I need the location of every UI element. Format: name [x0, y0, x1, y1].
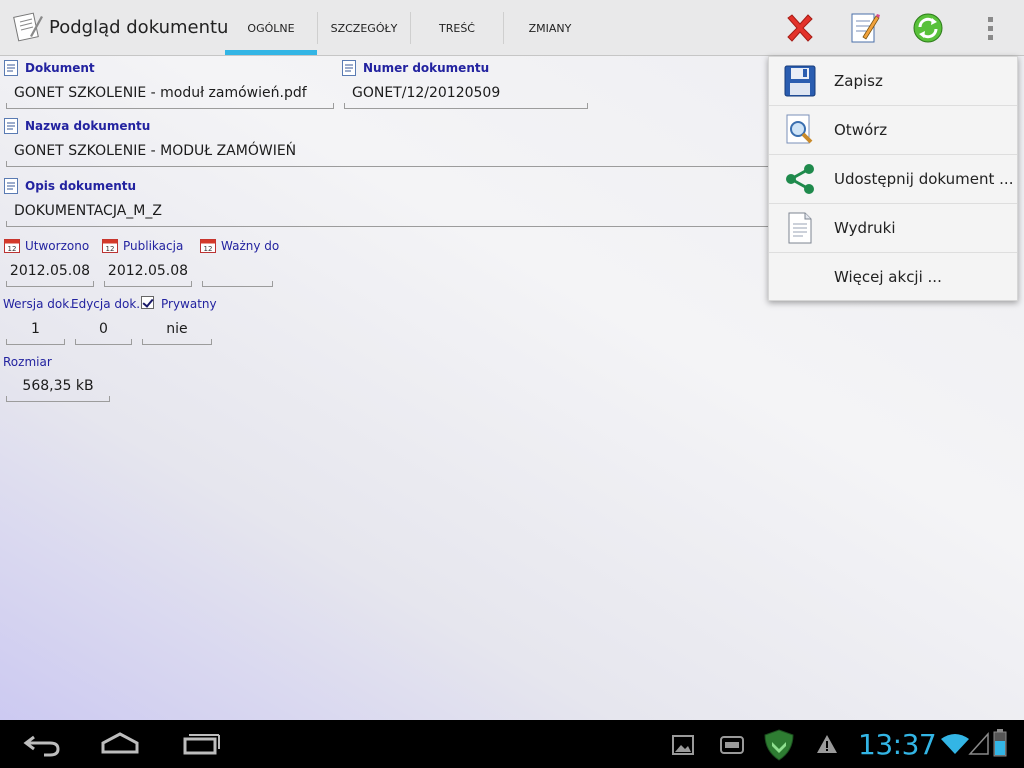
numer-label: Numer dokumentu	[363, 61, 490, 75]
battery-icon	[993, 729, 1007, 757]
home-icon[interactable]	[98, 728, 142, 760]
menu-item-wydruki[interactable]: Wydruki	[769, 204, 1017, 253]
signal-icon	[968, 732, 989, 755]
nazwa-label: Nazwa dokumentu	[25, 119, 151, 133]
publikacja-value[interactable]: 2012.05.08	[104, 263, 192, 287]
opis-label: Opis dokumentu	[25, 179, 137, 193]
menu-item-zapisz[interactable]: Zapisz	[769, 57, 1017, 106]
print-document-icon	[788, 212, 812, 244]
edycja-value[interactable]: 0	[75, 321, 132, 345]
menu-item-label: Wydruki	[834, 219, 896, 237]
wazny-do-label: Ważny do	[221, 239, 280, 253]
delete-icon[interactable]	[782, 10, 818, 46]
menu-item-label: Otwórz	[834, 121, 888, 139]
field-document-icon	[4, 60, 18, 76]
wazny-do-value[interactable]	[202, 263, 273, 287]
recent-apps-icon[interactable]	[178, 728, 222, 760]
menu-item-wiecej-akcji[interactable]: Więcej akcji ...	[769, 253, 1017, 301]
prywatny-value[interactable]: nie	[142, 321, 212, 345]
menu-item-otworz[interactable]: Otwórz	[769, 106, 1017, 155]
svg-text:12: 12	[204, 245, 213, 253]
back-icon[interactable]	[20, 728, 64, 760]
sd-card-icon	[720, 736, 744, 754]
action-bar: Podgląd dokumentu OGÓLNE SZCZEGÓŁY TREŚĆ…	[0, 0, 1024, 56]
prywatny-checkbox[interactable]	[141, 296, 154, 309]
save-disk-icon	[784, 65, 816, 97]
field-document-icon	[342, 60, 356, 76]
gallery-icon	[672, 735, 694, 755]
open-magnifier-icon	[786, 114, 813, 144]
tab-tresc[interactable]: TREŚĆ	[411, 0, 503, 55]
system-nav-bar: 13:37	[0, 720, 1024, 768]
wifi-icon	[941, 734, 969, 754]
utworzono-label: Utworzono	[25, 239, 90, 253]
app-title: Podgląd dokumentu	[49, 17, 229, 38]
menu-item-label: Udostępnij dokument ...	[834, 170, 1014, 188]
calendar-icon: 12	[4, 239, 20, 253]
rozmiar-label: Rozmiar	[3, 355, 52, 369]
prywatny-label: Prywatny	[161, 297, 217, 311]
svg-text:12: 12	[106, 245, 115, 253]
rozmiar-value: 568,35 kB	[6, 378, 110, 402]
calendar-icon: 12	[200, 239, 216, 253]
tab-szczegoly[interactable]: SZCZEGÓŁY	[318, 0, 410, 55]
tab-ogolne[interactable]: OGÓLNE	[225, 0, 317, 55]
field-document-icon	[4, 178, 18, 194]
overflow-menu-icon[interactable]	[988, 17, 994, 41]
publikacja-label: Publikacja	[123, 239, 184, 253]
svg-text:12: 12	[8, 245, 17, 253]
calendar-icon: 12	[102, 239, 118, 253]
warning-icon	[817, 735, 837, 753]
edycja-label: Edycja dok.	[71, 297, 141, 311]
menu-item-label: Zapisz	[834, 72, 883, 90]
wersja-value[interactable]: 1	[6, 321, 65, 345]
field-document-icon	[4, 118, 18, 134]
document-edit-app-icon[interactable]	[12, 10, 44, 42]
wersja-label: Wersja dok.	[3, 297, 73, 311]
tab-zmiany[interactable]: ZMIANY	[504, 0, 596, 55]
utworzono-value[interactable]: 2012.05.08	[6, 263, 94, 287]
edit-document-icon[interactable]	[846, 10, 882, 46]
numer-value[interactable]: GONET/12/20120509	[344, 85, 588, 109]
share-icon	[786, 164, 814, 194]
sync-icon[interactable]	[910, 10, 946, 46]
menu-item-label: Więcej akcji ...	[834, 268, 942, 286]
dokument-label: Dokument	[25, 61, 95, 75]
dokument-value[interactable]: GONET SZKOLENIE - moduł zamówień.pdf	[6, 85, 334, 109]
overflow-menu: Zapisz Otwórz Udostępnij dokument ... Wy…	[768, 56, 1018, 301]
menu-item-udostepnij[interactable]: Udostępnij dokument ...	[769, 155, 1017, 204]
status-clock: 13:37	[858, 728, 937, 761]
security-shield-icon	[764, 729, 794, 761]
